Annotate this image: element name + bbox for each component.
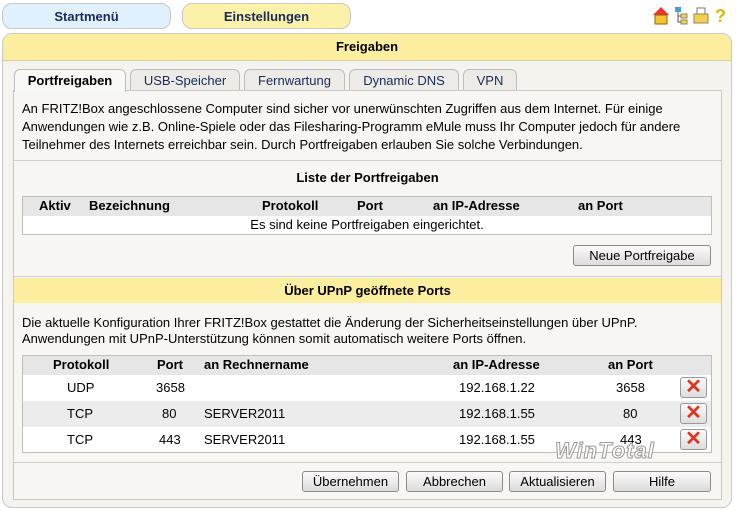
table-row: TCP 80 SERVER2011 192.168.1.55 80 ✕	[23, 401, 711, 427]
toolbar-icons: ?	[653, 6, 726, 26]
to-port: 80	[623, 406, 638, 421]
x-icon: ✕	[685, 428, 702, 450]
divider	[14, 276, 721, 277]
empty-message: Es sind keine Portfreigaben eingerichtet…	[250, 217, 484, 232]
delete-button[interactable]: ✕	[680, 403, 707, 424]
tab-dynamic-dns[interactable]: Dynamic DNS	[349, 69, 459, 91]
col-aktiv: Aktiv	[39, 198, 71, 213]
ip-address: 192.168.1.55	[459, 432, 535, 447]
ip-address: 192.168.1.22	[459, 380, 535, 395]
col-an-port: an Port	[578, 198, 623, 213]
table-header: Protokoll Port an Rechnername an IP-Adre…	[23, 356, 711, 375]
col-rechnername: an Rechnername	[204, 357, 309, 372]
intro-line: Teilnehmer des Internets erreichbar sein…	[22, 137, 583, 152]
delete-button[interactable]: ✕	[680, 377, 707, 398]
col-bezeichnung: Bezeichnung	[89, 198, 170, 213]
divider	[14, 160, 721, 161]
refresh-button[interactable]: Aktualisieren	[509, 471, 606, 492]
portlist-title: Liste der Portfreigaben	[296, 170, 439, 185]
delete-button[interactable]: ✕	[680, 429, 707, 450]
home-icon[interactable]	[653, 7, 669, 25]
col-port: Port	[157, 357, 183, 372]
x-icon: ✕	[685, 376, 702, 398]
printer-icon[interactable]	[693, 7, 709, 24]
help-icon[interactable]: ?	[715, 6, 726, 26]
help-button[interactable]: Hilfe	[613, 471, 711, 492]
tab-vpn[interactable]: VPN	[463, 69, 517, 91]
upnp-title: Über UPnP geöffnete Ports	[14, 278, 721, 303]
startmenu-button[interactable]: Startmenü	[2, 3, 171, 29]
protocol: TCP	[67, 406, 93, 421]
x-icon: ✕	[685, 402, 702, 424]
table-row: UDP 3658 192.168.1.22 3658 ✕	[23, 375, 711, 401]
port: 3658	[156, 380, 185, 395]
protocol: UDP	[67, 380, 95, 395]
tab-portfreigaben[interactable]: Portfreigaben	[14, 69, 126, 92]
col-protokoll: Protokoll	[262, 198, 319, 213]
cancel-button[interactable]: Abbrechen	[406, 471, 503, 492]
new-portforward-button[interactable]: Neue Portfreigabe	[573, 245, 711, 266]
divider	[14, 462, 721, 463]
protocol: TCP	[67, 432, 93, 447]
hostname: SERVER2011	[204, 432, 286, 447]
to-port: 3658	[616, 380, 645, 395]
portlist-table: Aktiv Bezeichnung Protokoll Port an IP-A…	[22, 196, 712, 235]
port: 443	[159, 432, 181, 447]
watermark: WinTotal	[555, 438, 655, 464]
intro-line: Anwendungen wie z.B. Online-Spiele oder …	[22, 119, 681, 134]
col-port: Port	[357, 198, 383, 213]
tab-fernwartung[interactable]: Fernwartung	[244, 69, 345, 91]
col-ip: an IP-Adresse	[433, 198, 520, 213]
hostname: SERVER2011	[204, 406, 286, 421]
settings-button[interactable]: Einstellungen	[182, 3, 351, 29]
apply-button[interactable]: Übernehmen	[302, 471, 399, 492]
col-protokoll: Protokoll	[53, 357, 110, 372]
network-tree-icon[interactable]	[675, 7, 688, 25]
upnp-text: Anwendungen mit UPnP-Unterstützung könne…	[22, 331, 527, 346]
port: 80	[162, 406, 177, 421]
panel-title: Freigaben	[3, 34, 731, 61]
table-header: Aktiv Bezeichnung Protokoll Port an IP-A…	[23, 197, 711, 216]
ip-address: 192.168.1.55	[459, 406, 535, 421]
col-an-port: an Port	[608, 357, 653, 372]
intro-line: An FRITZ!Box angeschlossene Computer sin…	[22, 101, 663, 116]
tab-usb-speicher[interactable]: USB-Speicher	[130, 69, 240, 91]
col-ip: an IP-Adresse	[453, 357, 540, 372]
